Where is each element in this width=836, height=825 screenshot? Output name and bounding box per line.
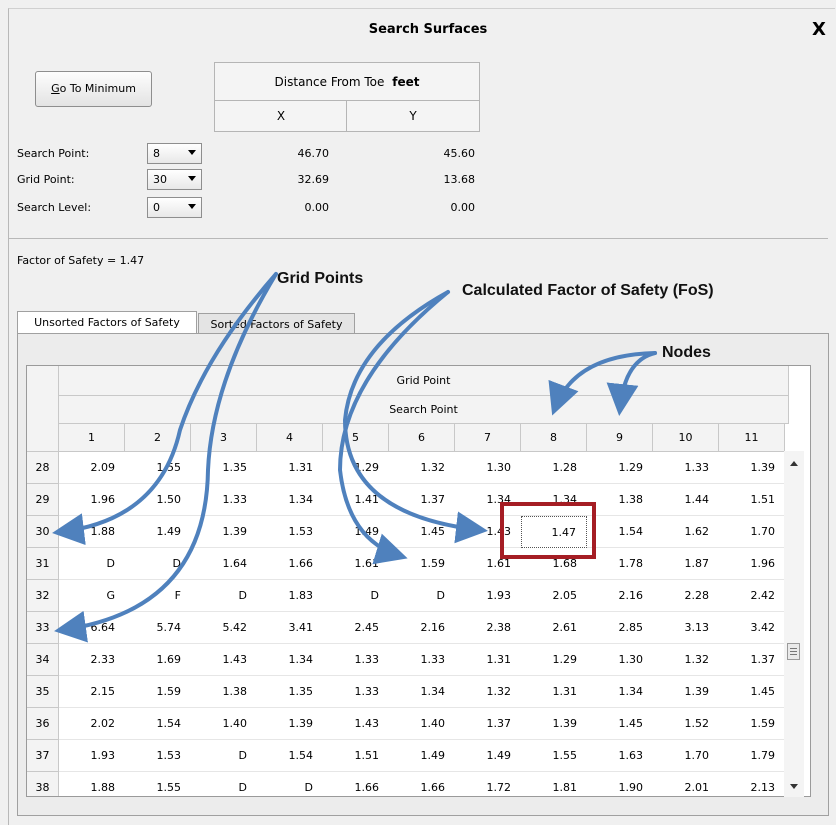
grid-points-annotation: Grid Points	[277, 270, 364, 287]
arrow-fos-to-cell	[342, 290, 488, 544]
annotation-overlay	[52, 272, 657, 643]
arrow-grid-to-30	[52, 272, 278, 546]
arrow-nodes-9	[606, 351, 657, 416]
calculated-fos-annotation: Calculated Factor of Safety (FoS)	[462, 282, 714, 299]
nodes-annotation: Nodes	[662, 344, 711, 361]
selected-cell-highlight	[500, 502, 596, 559]
arrow-grid-to-33	[54, 272, 278, 643]
